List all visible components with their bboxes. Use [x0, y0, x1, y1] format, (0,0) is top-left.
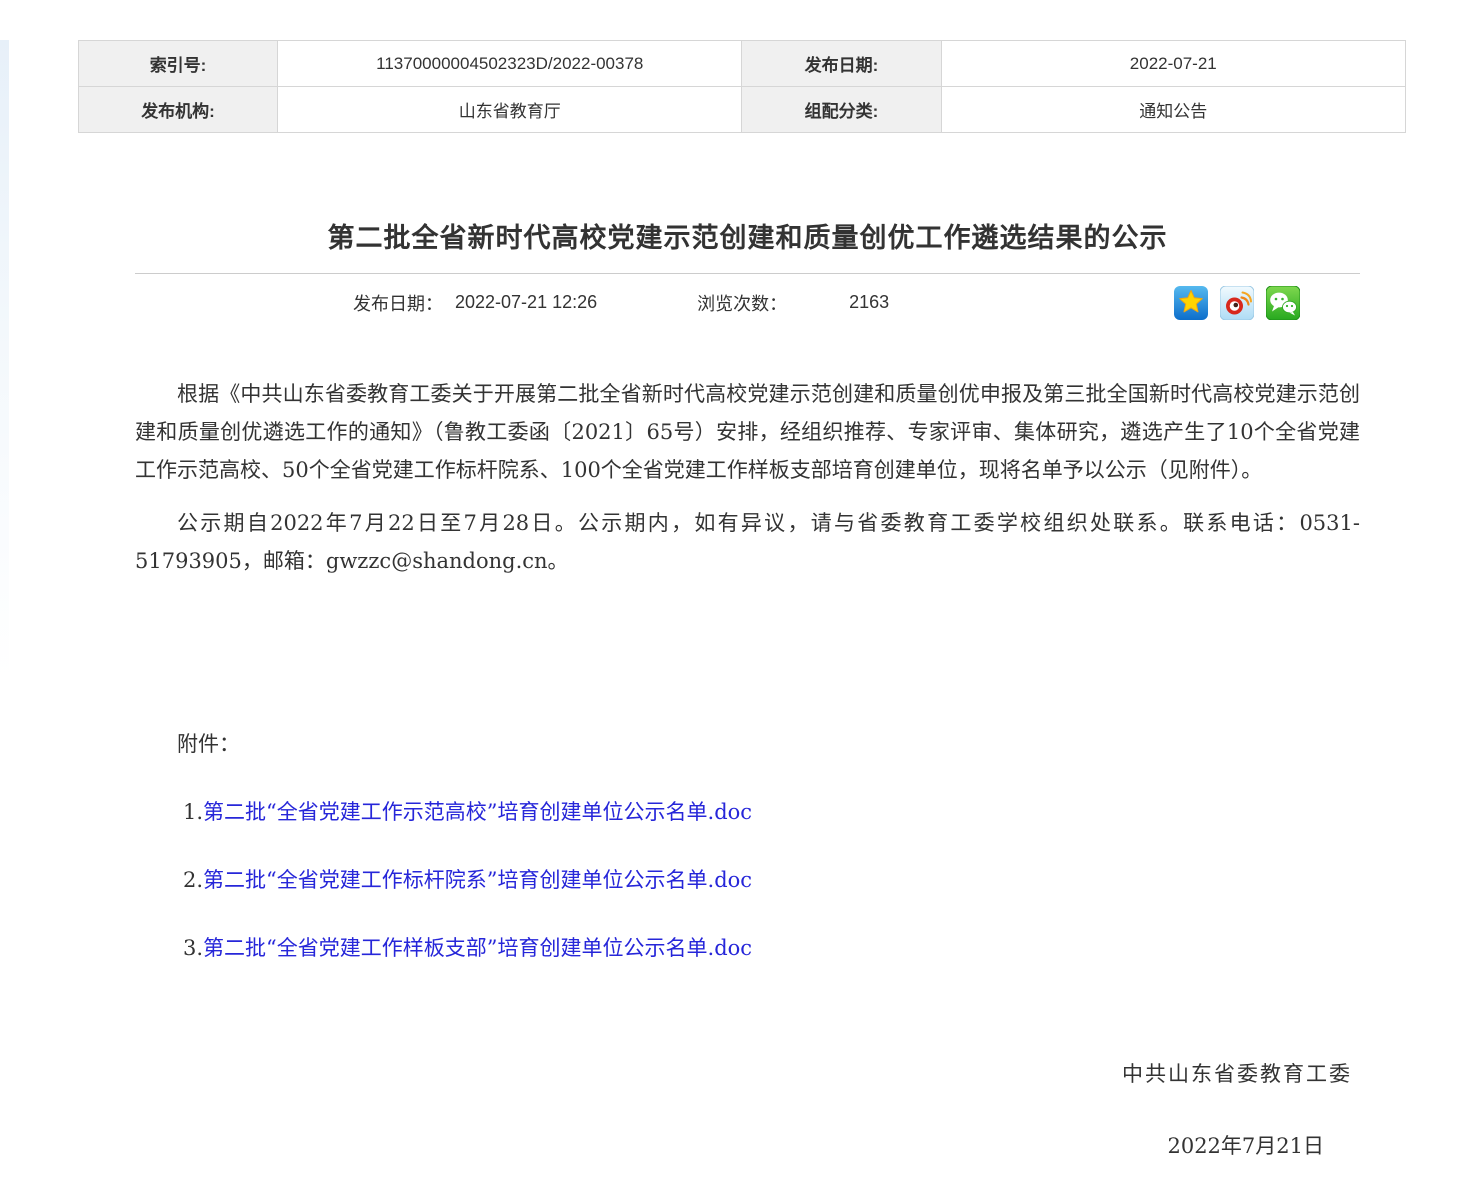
signature-date: 2022年7月21日: [135, 1130, 1360, 1160]
article-body: 根据《中共山东省委教育工委关于开展第二批全省新时代高校党建示范创建和质量创优申报…: [135, 375, 1360, 580]
body-paragraph: 根据《中共山东省委教育工委关于开展第二批全省新时代高校党建示范创建和质量创优申报…: [135, 375, 1360, 489]
issuing-agency-value: 山东省教育厅: [278, 87, 742, 133]
attachment-item: 3.第二批“全省党建工作样板支部”培育创建单位公示名单.doc: [135, 932, 1360, 962]
document-info-table: 索引号: 11370000004502323D/2022-00378 发布日期:…: [78, 40, 1406, 133]
index-number-label: 索引号:: [79, 41, 278, 87]
attachments-section: 附件： 1.第二批“全省党建工作示范高校”培育创建单位公示名单.doc 2.第二…: [135, 728, 1360, 962]
weibo-share-icon[interactable]: [1220, 286, 1254, 320]
index-number-value: 11370000004502323D/2022-00378: [278, 41, 742, 87]
signature-block: 中共山东省委教育工委 2022年7月21日: [135, 1058, 1360, 1160]
page-edge-gradient: [0, 40, 9, 680]
meta-date-label: 发布日期：: [353, 290, 443, 316]
category-label: 组配分类:: [742, 87, 941, 133]
share-icon-group: [1174, 286, 1300, 320]
article: 第二批全省新时代高校党建示范创建和质量创优工作遴选结果的公示 发布日期： 202…: [135, 221, 1360, 1160]
publish-date-value: 2022-07-21: [941, 41, 1405, 87]
attachment-link-doc2[interactable]: 第二批“全省党建工作标杆院系”培育创建单位公示名单.doc: [203, 868, 752, 892]
issuing-agency-label: 发布机构:: [79, 87, 278, 133]
signature-organization: 中共山东省委教育工委: [135, 1058, 1360, 1088]
publish-date-label: 发布日期:: [742, 41, 941, 87]
meta-date-value: 2022-07-21 12:26: [455, 292, 597, 313]
wechat-share-icon[interactable]: [1266, 286, 1300, 320]
category-value: 通知公告: [941, 87, 1405, 133]
attachment-link-doc1[interactable]: 第二批“全省党建工作示范高校”培育创建单位公示名单.doc: [203, 800, 752, 824]
body-paragraph: 公示期自2022年7月22日至7月28日。公示期内，如有异议，请与省委教育工委学…: [135, 504, 1360, 580]
meta-views-count: 2163: [849, 292, 889, 313]
attachment-number: 1.: [183, 800, 203, 824]
attachment-item: 2.第二批“全省党建工作标杆院系”培育创建单位公示名单.doc: [135, 864, 1360, 894]
qzone-share-icon[interactable]: [1174, 286, 1208, 320]
attachment-link-doc3[interactable]: 第二批“全省党建工作样板支部”培育创建单位公示名单.doc: [203, 936, 752, 960]
page-title: 第二批全省新时代高校党建示范创建和质量创优工作遴选结果的公示: [135, 221, 1360, 255]
attachment-number: 2.: [183, 868, 203, 892]
attachments-heading: 附件：: [135, 728, 1360, 758]
info-table-row: 索引号: 11370000004502323D/2022-00378 发布日期:…: [79, 41, 1406, 87]
attachment-number: 3.: [183, 936, 203, 960]
article-meta-bar: 发布日期： 2022-07-21 12:26 浏览次数： 2163: [135, 273, 1360, 331]
attachment-item: 1.第二批“全省党建工作示范高校”培育创建单位公示名单.doc: [135, 796, 1360, 826]
meta-views-label: 浏览次数：: [697, 290, 787, 316]
info-table-row: 发布机构: 山东省教育厅 组配分类: 通知公告: [79, 87, 1406, 133]
